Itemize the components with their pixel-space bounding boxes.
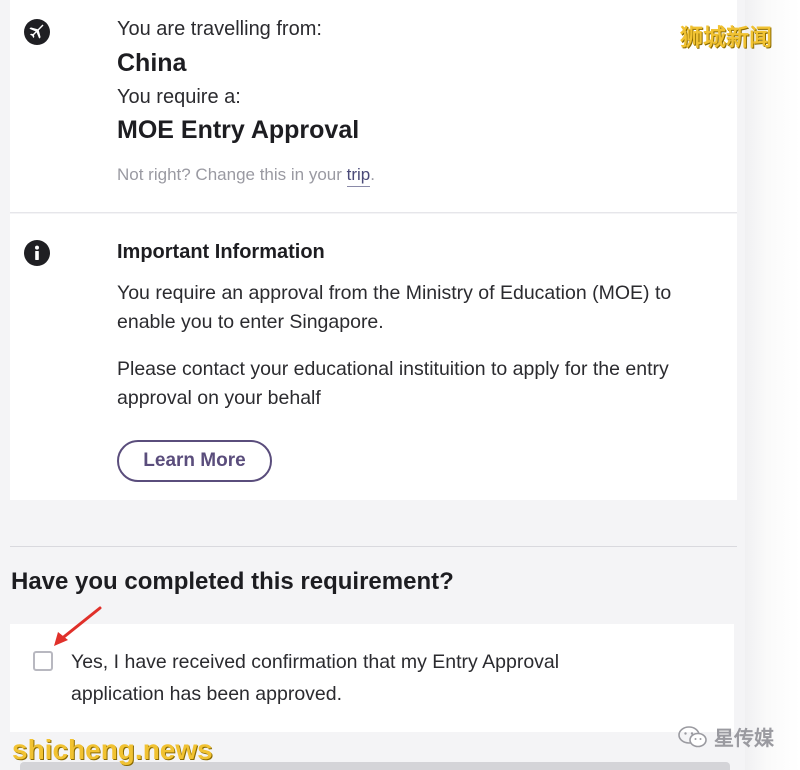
important-info-paragraph-2: Please contact your educational institui… [117, 358, 669, 409]
travelling-from-label: You are travelling from: [117, 18, 322, 40]
info-icon [24, 240, 50, 266]
learn-more-button[interactable]: Learn More [117, 440, 272, 482]
section-divider [10, 546, 737, 547]
entry-approval-checkbox[interactable] [33, 651, 53, 671]
requirement-question: Have you completed this requirement? [11, 568, 454, 595]
watermark-bottom-right-text: 星传媒 [714, 728, 774, 750]
wechat-icon [678, 725, 707, 747]
trip-link[interactable]: trip [346, 165, 371, 187]
annotation-arrow-icon [54, 606, 102, 646]
change-trip-prefix: Not right? Change this in your [117, 165, 342, 184]
change-trip-hint: Not right? Change this in your trip. [117, 165, 375, 187]
watermark-bottom-left: shicheng.news [12, 734, 213, 765]
important-info-heading: Important Information [117, 241, 325, 263]
airplane-icon [24, 19, 50, 45]
change-trip-suffix: . [370, 165, 375, 184]
require-label: You require a: [117, 86, 241, 108]
travelling-from-value: China [117, 49, 187, 77]
scroll-edge [745, 0, 800, 770]
require-value: MOE Entry Approval [117, 116, 360, 144]
entry-approval-checkbox-label[interactable]: Yes, I have received confirmation that m… [71, 646, 631, 710]
important-info-paragraph-1: You require an approval from the Ministr… [117, 282, 672, 333]
watermark-top-right: 狮城新闻 [680, 24, 772, 50]
watermark-bottom-right: 星传媒 [678, 722, 774, 751]
